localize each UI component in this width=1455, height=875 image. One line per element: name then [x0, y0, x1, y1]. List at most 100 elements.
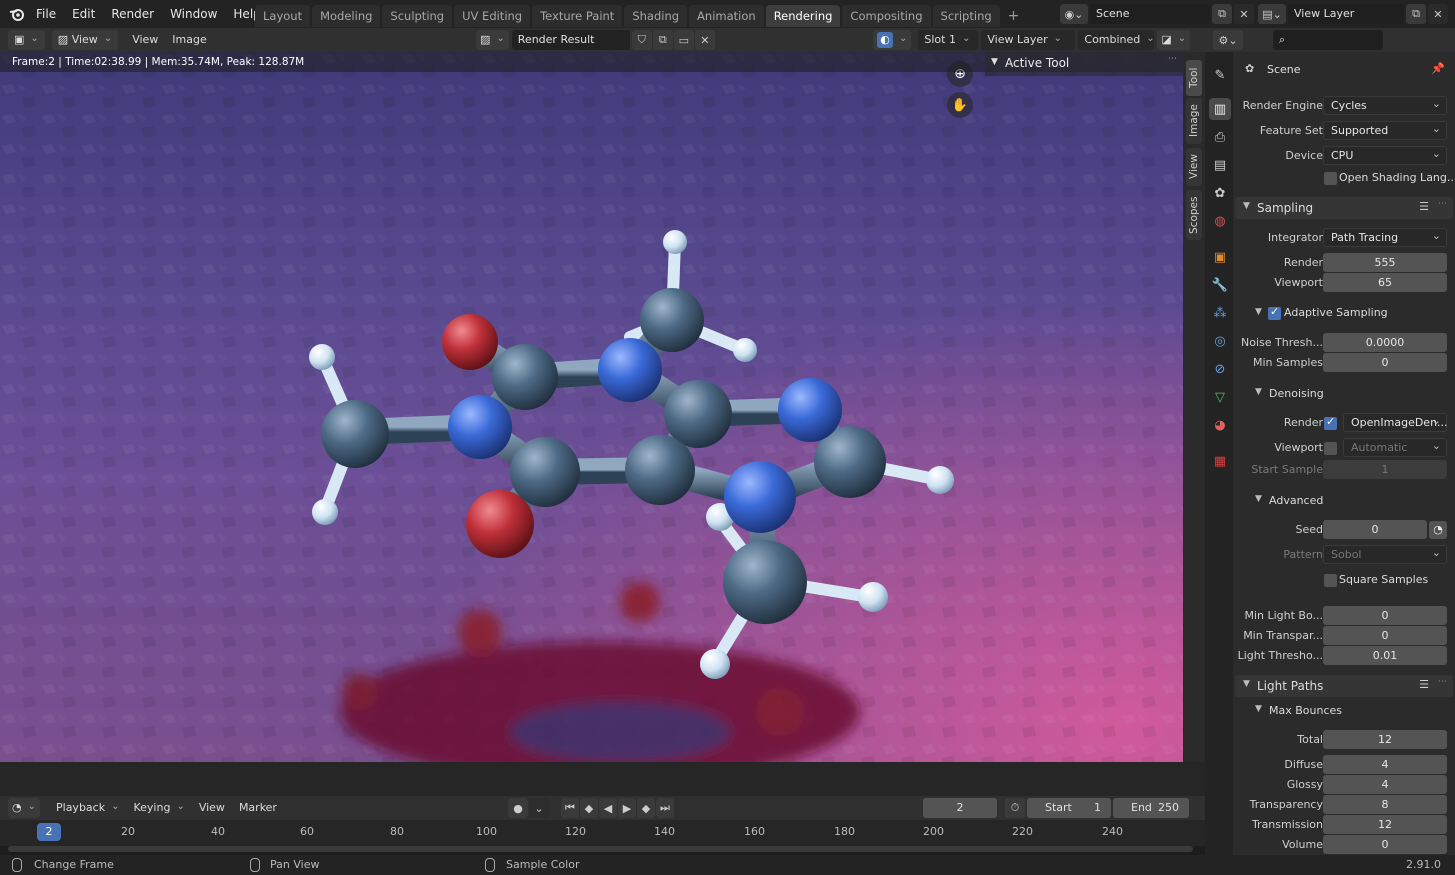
tab-modeling[interactable]: Modeling [312, 5, 381, 27]
sidebar-tab-image[interactable]: Image [1186, 98, 1202, 144]
properties-search-input[interactable]: ⌕ [1273, 30, 1383, 50]
scene-remove-icon[interactable]: ✕ [1234, 4, 1254, 24]
material-tab-icon[interactable]: ◕ [1209, 414, 1231, 436]
world-properties-tab-icon[interactable]: ◍ [1209, 210, 1231, 232]
max-bounces-subheader[interactable]: ▼ Max Bounces [1233, 701, 1455, 721]
keying-options-icon[interactable]: ⌄ [529, 798, 549, 818]
min-light-bounces-field[interactable]: 0 [1323, 606, 1447, 625]
play-icon[interactable]: ▶ [618, 798, 636, 818]
view-layer-tab-icon[interactable]: ▤ [1209, 154, 1231, 176]
add-workspace-button[interactable]: + [1002, 5, 1026, 27]
open-folder-icon[interactable]: ▭ [673, 30, 694, 50]
layer-dropdown[interactable]: View Layer [981, 30, 1076, 50]
menu-view[interactable]: View [125, 30, 165, 50]
render-properties-tab-icon[interactable]: ▥ [1209, 98, 1231, 120]
min-samples-field[interactable]: 0 [1323, 353, 1447, 372]
new-image-icon[interactable]: ⧉ [652, 30, 673, 50]
end-frame-field[interactable]: End 250 [1113, 798, 1189, 818]
constraints-tab-icon[interactable]: ⊘ [1209, 358, 1231, 380]
tab-layout[interactable]: Layout [255, 5, 311, 27]
sidebar-tab-scopes[interactable]: Scopes [1186, 190, 1202, 240]
image-browse-button[interactable]: ▨ [476, 30, 509, 50]
drag-grip-icon[interactable]: ⋯ [1438, 199, 1447, 209]
pass-dropdown[interactable]: Combined [1078, 30, 1155, 50]
start-sample-field[interactable]: 1 [1323, 460, 1447, 479]
light-threshold-field[interactable]: 0.01 [1323, 646, 1447, 665]
particles-tab-icon[interactable]: ⁂ [1209, 302, 1231, 324]
tab-uv-editing[interactable]: UV Editing [454, 5, 531, 27]
drag-grip-icon[interactable]: ⋯ [1438, 677, 1447, 687]
jump-to-start-icon[interactable]: ⏮ [561, 798, 579, 818]
viewport-samples-field[interactable]: 65 [1323, 273, 1447, 292]
transmission-bounces-field[interactable]: 12 [1323, 815, 1447, 834]
unlink-close-icon[interactable]: ✕ [694, 30, 715, 50]
view-layer-copy-icon[interactable]: ⧉ [1406, 4, 1426, 24]
render-result-viewport[interactable]: ⊕ ✋ [0, 52, 1183, 762]
scene-copy-icon[interactable]: ⧉ [1212, 4, 1232, 24]
active-tool-panel-header[interactable]: ▼ Active Tool ⋯ [985, 52, 1183, 76]
tab-rendering[interactable]: Rendering [765, 5, 841, 27]
view-layer-remove-icon[interactable]: ✕ [1428, 4, 1448, 24]
image-name-field[interactable]: Render Result [511, 30, 630, 50]
drag-grip-icon[interactable]: ⋯ [1168, 54, 1177, 64]
menu-timeline-view[interactable]: View [192, 798, 232, 818]
denoise-viewport-checkbox[interactable] [1324, 442, 1337, 455]
editor-type-button[interactable]: ▣ [8, 30, 45, 50]
render-engine-dropdown[interactable]: Cycles [1323, 95, 1447, 115]
menu-keying[interactable]: Keying [126, 798, 191, 818]
menu-window[interactable]: Window [162, 0, 225, 28]
adaptive-sampling-checkbox[interactable] [1268, 305, 1281, 320]
view-layer-browse-icon[interactable]: ▤⌄ [1258, 4, 1286, 24]
square-samples-checkbox[interactable] [1324, 574, 1337, 587]
tab-animation[interactable]: Animation [689, 5, 764, 27]
current-frame-field[interactable]: 2 [923, 798, 997, 818]
denoising-subheader[interactable]: ▼ Denoising [1233, 384, 1455, 404]
menu-file[interactable]: File [28, 0, 64, 28]
volume-bounces-field[interactable]: 0 [1323, 835, 1447, 854]
scene-browse-icon[interactable]: ◉⌄ [1060, 4, 1088, 24]
menu-playback[interactable]: Playback [49, 798, 126, 818]
preset-list-icon[interactable]: ☰ [1419, 200, 1429, 213]
diffuse-bounces-field[interactable]: 4 [1323, 755, 1447, 774]
seed-field[interactable]: 0 [1323, 520, 1427, 539]
output-properties-tab-icon[interactable]: ⎙ [1209, 126, 1231, 148]
tab-compositing[interactable]: Compositing [842, 5, 931, 27]
timeline-scrollbar[interactable] [8, 846, 1193, 852]
gizmo-overlay-button[interactable]: ◐ [873, 30, 912, 50]
tool-settings-tab-icon[interactable]: ✎ [1209, 64, 1231, 86]
jump-next-keyframe-icon[interactable]: ◆ [637, 798, 655, 818]
glossy-bounces-field[interactable]: 4 [1323, 775, 1447, 794]
playhead-marker[interactable]: 2 [37, 823, 61, 841]
tab-texture-paint[interactable]: Texture Paint [532, 5, 623, 27]
osl-checkbox[interactable] [1324, 172, 1337, 185]
display-channels-button[interactable]: ◪ [1157, 30, 1191, 50]
tab-shading[interactable]: Shading [624, 5, 688, 27]
menu-edit[interactable]: Edit [64, 0, 103, 28]
animate-seed-clock-icon[interactable]: ◔ [1429, 521, 1447, 539]
properties-editor-type-button[interactable]: ⚙⌄ [1213, 30, 1243, 50]
adaptive-sampling-subheader[interactable]: ▼ Adaptive Sampling [1233, 304, 1455, 324]
menu-marker[interactable]: Marker [232, 798, 284, 818]
noise-threshold-field[interactable]: 0.0000 [1323, 333, 1447, 352]
modifier-tab-icon[interactable]: 🔧 [1209, 274, 1231, 296]
scene-name-field[interactable]: Scene [1090, 4, 1210, 24]
feature-set-dropdown[interactable]: Supported [1323, 120, 1447, 140]
pattern-dropdown[interactable]: Sobol [1323, 544, 1447, 564]
device-dropdown[interactable]: CPU [1323, 145, 1447, 165]
start-frame-field[interactable]: Start 1 [1027, 798, 1111, 818]
advanced-subheader[interactable]: ▼ Advanced [1233, 491, 1455, 511]
denoiser-dropdown[interactable]: OpenImageDen... [1343, 412, 1448, 432]
min-transparent-field[interactable]: 0 [1323, 626, 1447, 645]
jump-prev-keyframe-icon[interactable]: ◆ [580, 798, 598, 818]
menu-image[interactable]: Image [165, 30, 213, 50]
total-bounces-field[interactable]: 12 [1323, 730, 1447, 749]
slot-dropdown[interactable]: Slot 1 [918, 30, 979, 50]
fake-user-shield-icon[interactable]: ⛉ [631, 30, 652, 50]
object-data-tab-icon[interactable]: ▽ [1209, 386, 1231, 408]
object-properties-tab-icon[interactable]: ▣ [1209, 246, 1231, 268]
play-reverse-icon[interactable]: ◀ [599, 798, 617, 818]
integrator-dropdown[interactable]: Path Tracing [1323, 227, 1447, 247]
transparency-bounces-field[interactable]: 8 [1323, 795, 1447, 814]
sampling-panel-header[interactable]: ▼ Sampling ☰ ⋯ [1235, 197, 1453, 219]
timeline-ruler[interactable]: 2 20 40 60 80 100 120 140 160 180 200 22… [0, 820, 1205, 846]
